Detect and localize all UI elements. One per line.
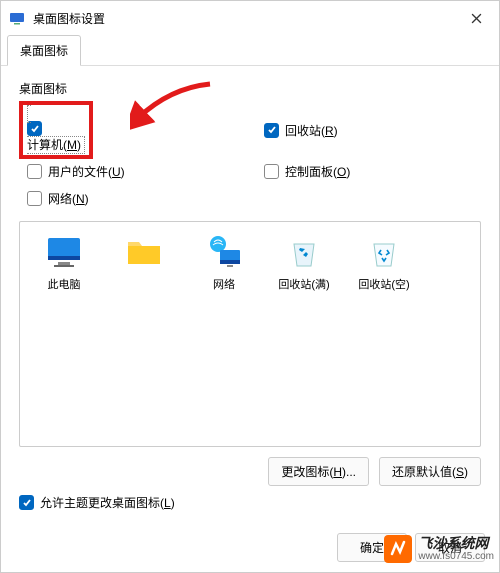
watermark: 飞沙系统网 www.fs0745.com xyxy=(384,535,494,563)
icon-this-pc[interactable]: 此电脑 xyxy=(24,232,104,292)
icon-network[interactable]: 网络 xyxy=(184,232,264,292)
checkbox-box xyxy=(27,191,42,206)
checkbox-recycle[interactable]: 回收站(R) xyxy=(264,107,481,153)
checkbox-label: 允许主题更改桌面图标(L) xyxy=(40,494,175,511)
checkbox-label: 计算机(M) xyxy=(27,138,81,152)
checkbox-box xyxy=(27,121,42,136)
checkbox-userfiles[interactable]: 用户的文件(U) xyxy=(27,163,244,180)
tab-strip: 桌面图标 xyxy=(1,35,499,66)
icon-recycle-empty[interactable]: 回收站(空) xyxy=(344,232,424,292)
watermark-url: www.fs0745.com xyxy=(418,551,494,562)
watermark-logo-icon xyxy=(384,535,412,563)
icon-label: 网络 xyxy=(213,276,235,292)
change-icon-button[interactable]: 更改图标(H)... xyxy=(268,457,369,486)
icon-preview-panel: 此电脑 网络 回收站(满) 回收站(空) xyxy=(19,221,481,447)
checkbox-box xyxy=(264,123,279,138)
icon-recycle-full[interactable]: 回收站(满) xyxy=(264,232,344,292)
app-icon xyxy=(9,10,25,26)
checkbox-label: 回收站(R) xyxy=(285,122,338,139)
checkbox-controlpanel[interactable]: 控制面板(O) xyxy=(264,163,481,180)
icon-label: 回收站(满) xyxy=(278,276,329,292)
checkbox-box xyxy=(19,495,34,510)
checkbox-label: 用户的文件(U) xyxy=(48,163,125,180)
checkbox-box xyxy=(27,164,42,179)
group-label: 桌面图标 xyxy=(19,80,481,97)
icon-label xyxy=(139,276,150,292)
tab-content: 桌面图标 计算机(M) 回收站(R) 用户的文件(U) 控 xyxy=(1,66,499,523)
recycle-empty-icon xyxy=(364,232,404,272)
close-button[interactable] xyxy=(461,3,491,33)
checkbox-network[interactable]: 网络(N) xyxy=(27,190,244,207)
checkbox-label: 控制面板(O) xyxy=(285,163,350,180)
tab-desktop-icons[interactable]: 桌面图标 xyxy=(7,35,81,66)
dialog-window: 桌面图标设置 桌面图标 桌面图标 计算机(M) 回收站(R) xyxy=(0,0,500,573)
icon-label: 此电脑 xyxy=(48,276,81,292)
folder-icon xyxy=(124,232,164,272)
annotation-highlight: 计算机(M) xyxy=(19,101,93,159)
watermark-title: 飞沙系统网 xyxy=(418,536,494,551)
checkbox-grid: 计算机(M) 回收站(R) 用户的文件(U) 控制面板(O) 网络(N) xyxy=(27,107,481,207)
checkbox-label: 网络(N) xyxy=(48,190,89,207)
icon-button-row: 更改图标(H)... 还原默认值(S) xyxy=(19,457,481,486)
window-title: 桌面图标设置 xyxy=(33,10,461,27)
restore-default-button[interactable]: 还原默认值(S) xyxy=(379,457,481,486)
monitor-icon xyxy=(44,232,84,272)
checkbox-allow-themes[interactable]: 允许主题更改桌面图标(L) xyxy=(19,494,481,511)
checkbox-computer[interactable]: 计算机(M) xyxy=(27,107,244,153)
titlebar: 桌面图标设置 xyxy=(1,1,499,35)
icon-label: 回收站(空) xyxy=(358,276,409,292)
network-icon xyxy=(204,232,244,272)
recycle-full-icon xyxy=(284,232,324,272)
checkbox-box xyxy=(264,164,279,179)
icon-user-folder[interactable] xyxy=(104,232,184,292)
